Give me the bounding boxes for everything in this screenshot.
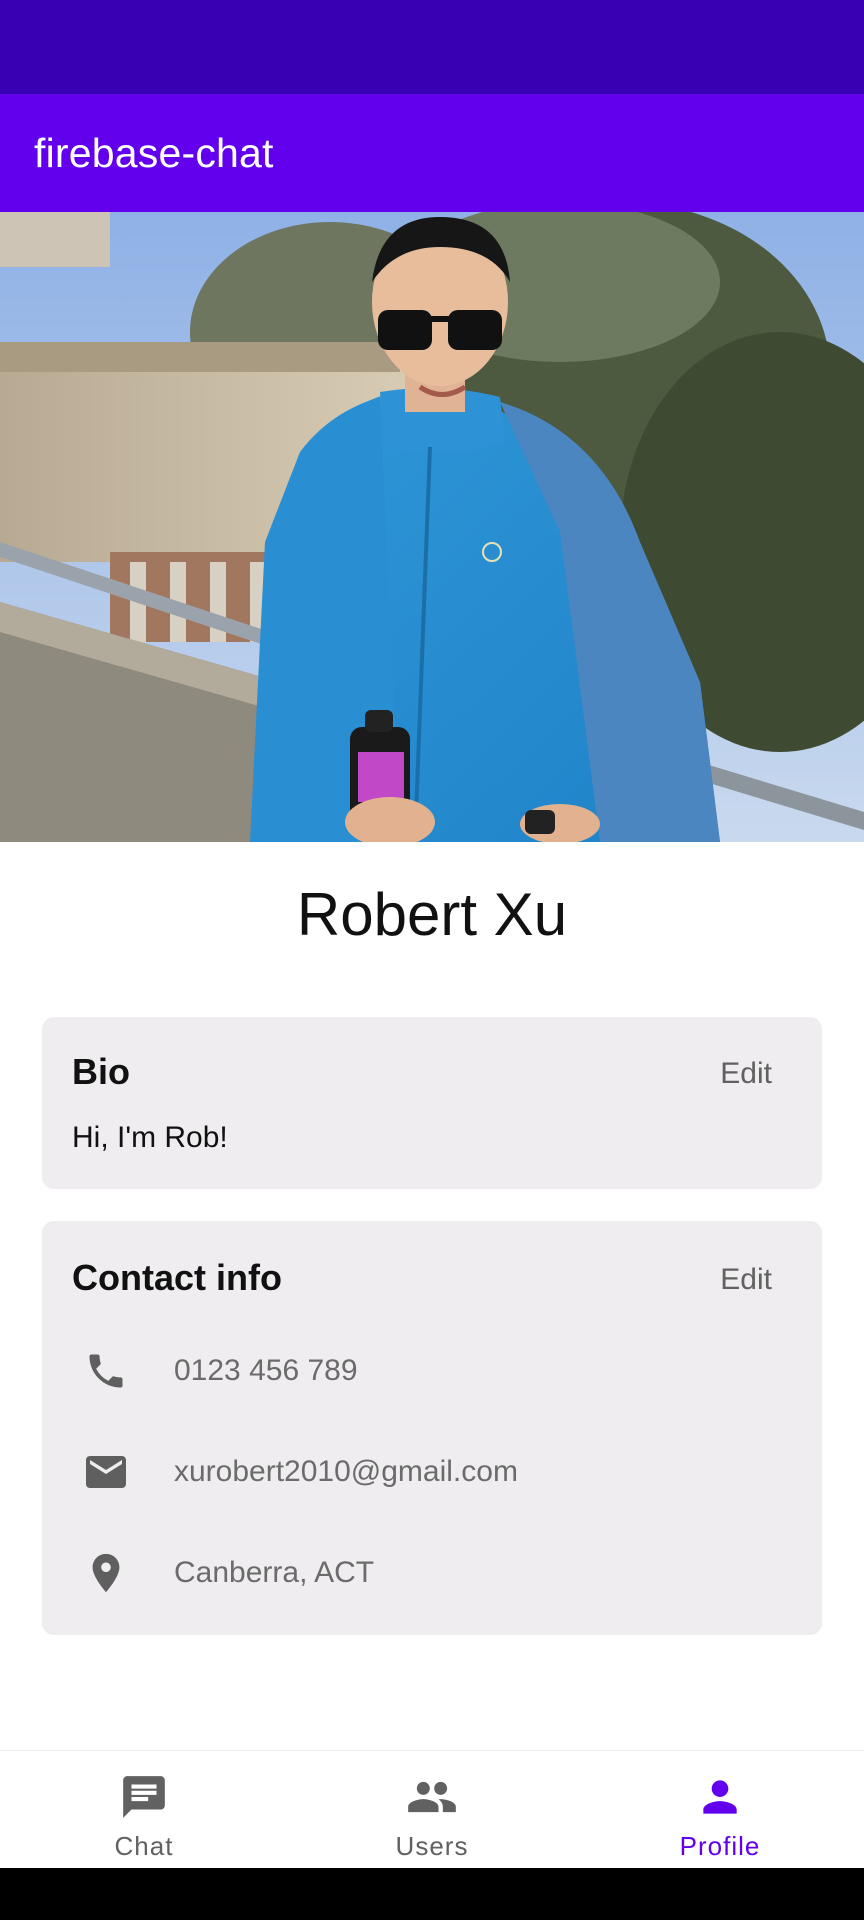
nav-label-profile: Profile [679, 1831, 761, 1861]
profile-name: Robert Xu [296, 881, 568, 948]
contact-info-edit-button[interactable]: Edit [720, 1263, 772, 1297]
system-navigation-bar [0, 1868, 864, 1920]
email-icon [76, 1442, 136, 1502]
contact-location-value: Canberra, ACT [174, 1556, 375, 1589]
profile-photo [0, 212, 864, 842]
status-bar [0, 0, 864, 94]
bio-edit-button[interactable]: Edit [720, 1057, 772, 1091]
nav-label-chat: Chat [114, 1831, 174, 1861]
contact-phone-row: 0123 456 789 [42, 1341, 822, 1401]
person-icon [694, 1771, 746, 1823]
nav-item-profile[interactable]: Profile [576, 1751, 864, 1869]
location-pin-icon [76, 1543, 136, 1603]
phone-icon [76, 1341, 136, 1401]
bio-title: Bio [72, 1051, 130, 1092]
app-bar: firebase-chat [0, 94, 864, 212]
contact-info-card: Contact info Edit 0123 456 789 xurobert2… [42, 1221, 822, 1635]
nav-item-chat[interactable]: Chat [0, 1751, 288, 1869]
users-icon [406, 1771, 458, 1823]
nav-item-users[interactable]: Users [288, 1751, 576, 1869]
contact-email-value: xurobert2010@gmail.com [174, 1455, 518, 1488]
bottom-navigation: Chat Users Profile [0, 1750, 864, 1868]
contact-phone-value: 0123 456 789 [174, 1354, 358, 1387]
chat-icon [118, 1771, 170, 1823]
bio-text: Hi, I'm Rob! [72, 1121, 228, 1154]
bio-card: Bio Edit Hi, I'm Rob! [42, 1017, 822, 1189]
contact-email-row: xurobert2010@gmail.com [42, 1442, 822, 1502]
contact-info-title: Contact info [72, 1257, 282, 1298]
contact-location-row: Canberra, ACT [42, 1543, 822, 1603]
app-title: firebase-chat [34, 129, 274, 176]
nav-label-users: Users [395, 1831, 469, 1861]
